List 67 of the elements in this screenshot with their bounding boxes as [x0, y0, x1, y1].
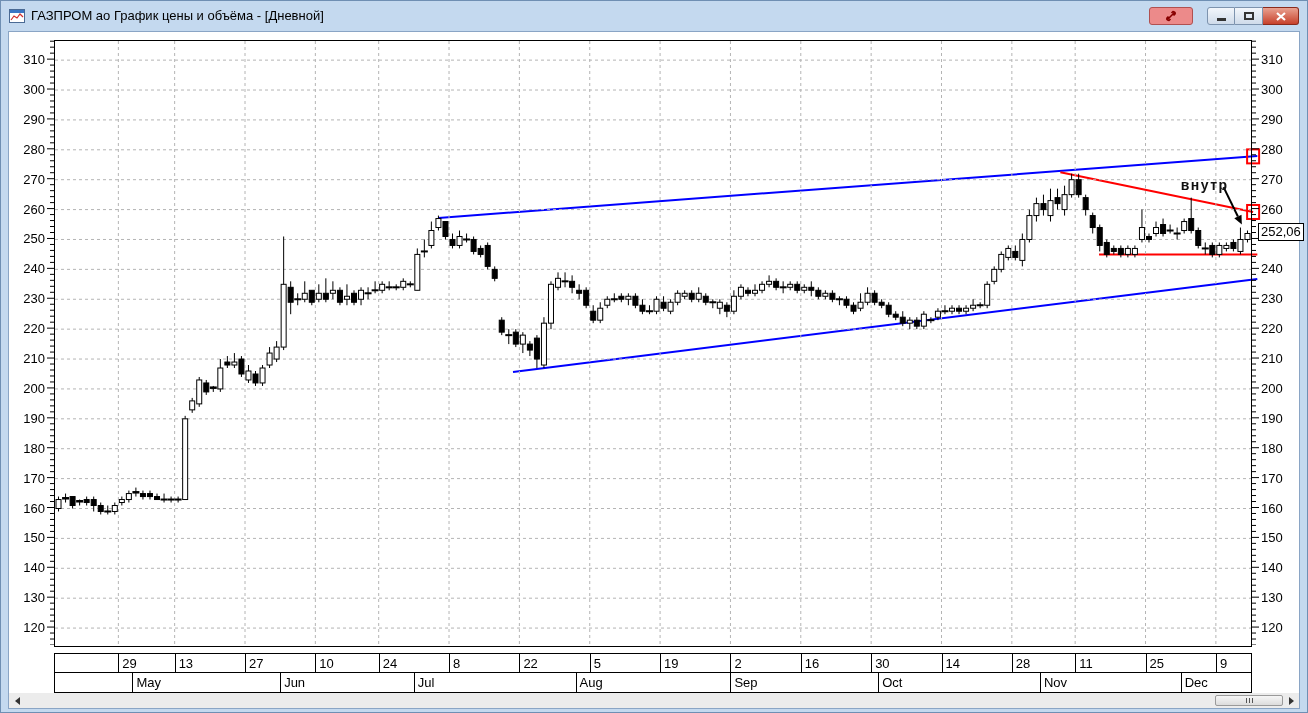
date-label: 9 — [1215, 654, 1251, 673]
price-axis-label: 160 — [1261, 500, 1283, 516]
price-axis-label: 240 — [1261, 261, 1283, 277]
price-axis-label: 160 — [23, 500, 45, 516]
price-axis-label: 220 — [23, 321, 45, 337]
price-axis-label: 290 — [23, 111, 45, 127]
price-axis-label: 180 — [23, 440, 45, 456]
date-label: 8 — [449, 654, 520, 673]
date-label: 19 — [660, 654, 731, 673]
price-axis-label: 190 — [1261, 410, 1283, 426]
price-axis-label: 280 — [23, 141, 45, 157]
price-axis-label: 210 — [23, 351, 45, 367]
last-price-label: 252,06 — [1258, 223, 1304, 242]
price-axis-label: 270 — [1261, 171, 1283, 187]
date-label: 13 — [174, 654, 245, 673]
price-axis-label: 140 — [23, 560, 45, 576]
window-title: ГАЗПРОМ ао График цены и объёма - [Дневной] — [31, 7, 324, 26]
price-axis-label: 230 — [23, 291, 45, 307]
month-label: May — [132, 673, 281, 692]
price-axis-label: 150 — [23, 530, 45, 546]
price-axis-label: 130 — [1261, 590, 1283, 606]
date-label: 16 — [800, 654, 872, 673]
price-axis-label: 180 — [1261, 440, 1283, 456]
date-label: 28 — [1011, 654, 1076, 673]
month-label: Aug — [575, 673, 731, 692]
price-axis-label: 310 — [1261, 52, 1283, 68]
price-axis-label: 250 — [23, 231, 45, 247]
date-label: 2 — [730, 654, 801, 673]
price-axis-label: 200 — [1261, 380, 1283, 396]
price-axis-label: 140 — [1261, 560, 1283, 576]
date-label: 25 — [1145, 654, 1216, 673]
date-label: 14 — [941, 654, 1012, 673]
price-axis-label: 220 — [1261, 321, 1283, 337]
price-axis-label: 200 — [23, 380, 45, 396]
price-axis-label: 170 — [23, 470, 45, 486]
month-label: Dec — [1180, 673, 1251, 692]
price-axis-label: 150 — [1261, 530, 1283, 546]
price-axis-label: 240 — [23, 261, 45, 277]
price-axis-label: 300 — [1261, 82, 1283, 97]
annotation-text: внутр — [1180, 177, 1229, 194]
price-axis-label: 260 — [1261, 201, 1283, 217]
price-axis-label: 270 — [23, 171, 45, 187]
month-label: Nov — [1039, 673, 1181, 692]
date-label: 29 — [118, 654, 175, 673]
date-label: 27 — [245, 654, 316, 673]
price-axis-label: 260 — [23, 201, 45, 217]
date-label: 10 — [315, 654, 379, 673]
month-label: Oct — [878, 673, 1040, 692]
date-label: 30 — [871, 654, 942, 673]
price-axis-label: 120 — [1261, 620, 1283, 636]
price-axis-label: 210 — [1261, 351, 1283, 367]
month-label: Sep — [730, 673, 879, 692]
date-label: 11 — [1075, 654, 1146, 673]
date-label: 22 — [519, 654, 590, 673]
price-axis-label: 170 — [1261, 470, 1283, 486]
price-axis-label: 300 — [23, 82, 45, 97]
price-axis-label: 130 — [23, 590, 45, 606]
price-axis-label: 120 — [23, 620, 45, 636]
price-axis-label: 290 — [1261, 111, 1283, 127]
month-label: Jun — [280, 673, 414, 692]
price-axis-label: 190 — [23, 410, 45, 426]
date-label: 5 — [589, 654, 661, 673]
month-label: Jul — [413, 673, 576, 692]
date-label: 24 — [378, 654, 449, 673]
price-axis-label: 280 — [1261, 141, 1283, 157]
price-axis-label: 230 — [1261, 291, 1283, 307]
price-axis-label: 310 — [23, 52, 45, 68]
